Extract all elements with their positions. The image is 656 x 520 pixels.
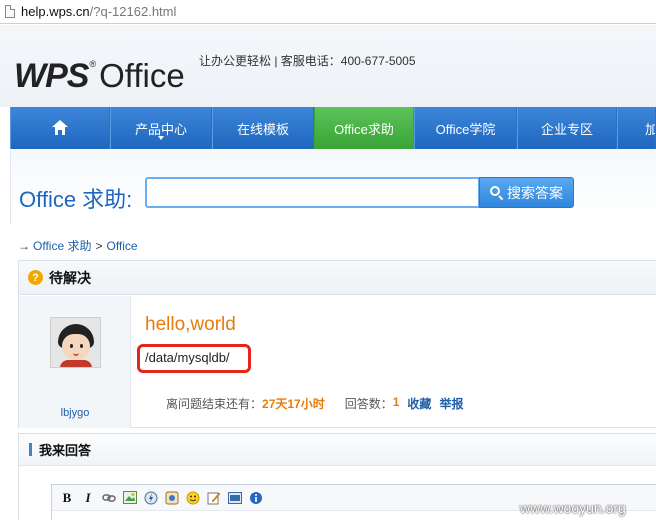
flash-icon[interactable] — [142, 489, 160, 507]
nav-item-label: 产品中心 — [134, 121, 187, 137]
search-input[interactable] — [145, 177, 480, 208]
breadcrumb-separator: > — [95, 238, 103, 253]
chevron-down-icon — [158, 136, 164, 140]
remaining-value: 27天17小时 — [262, 397, 325, 411]
search-label: Office 求助: — [19, 187, 133, 212]
logo-wps: WPS — [14, 57, 89, 95]
question-meta: 离问题结束还有： 27天17小时 回答数： 1 收藏 举报 — [166, 395, 463, 412]
nav-item-join[interactable]: 加入 — [617, 107, 656, 149]
nav-item-office-academy[interactable]: Office学院 — [414, 107, 517, 149]
table-icon[interactable] — [226, 489, 244, 507]
question-body: /data/mysqldb/ — [145, 350, 230, 365]
question-icon: ? — [28, 270, 43, 285]
edit-icon[interactable] — [205, 489, 223, 507]
link-icon[interactable] — [100, 489, 118, 507]
breadcrumb-office[interactable]: Office — [106, 239, 137, 253]
answers-count: 1 — [392, 395, 400, 409]
question-title: hello,world — [145, 314, 236, 335]
report-link[interactable]: 举报 — [439, 395, 463, 412]
logo-registered-mark: ® — [89, 59, 97, 69]
search-icon — [490, 186, 504, 201]
nav-item-products[interactable]: 产品中心 — [110, 107, 212, 149]
answer-title: 我来回答 — [39, 443, 92, 458]
breadcrumb: → Office 求助 > Office — [18, 237, 138, 254]
nav-item-label: 企业专区 — [540, 121, 593, 137]
bold-button[interactable]: B — [58, 489, 76, 507]
asker-column: lbjygo — [19, 296, 131, 428]
favorite-link[interactable]: 收藏 — [407, 395, 431, 412]
nav-item-label: 加入 — [645, 119, 655, 138]
search-answers-button[interactable]: 搜索答案 — [479, 177, 574, 208]
url-path: /?q-12162.html — [89, 4, 177, 19]
question-panel-header: ? 待解决 — [19, 261, 656, 295]
page-icon — [5, 5, 15, 18]
answer-panel-header: 我来回答 — [19, 434, 656, 466]
main-nav: 产品中心 在线模板 Office求助 Office学院 企业专区 加入 — [10, 107, 656, 149]
italic-button[interactable]: I — [79, 489, 97, 507]
breadcrumb-office-help[interactable]: Office 求助 — [33, 237, 91, 254]
question-status-title: 待解决 — [49, 269, 91, 286]
nav-item-office-help[interactable]: Office求助 — [314, 107, 414, 149]
logo-office: Office — [99, 57, 185, 94]
answers-label: 回答数： — [344, 397, 393, 411]
url-host: help.wps.cn — [21, 4, 90, 19]
asker-username[interactable]: lbjygo — [19, 407, 131, 419]
breadcrumb-arrow-icon: → — [18, 238, 30, 253]
remaining-label: 离问题结束还有： — [166, 397, 263, 411]
nav-item-enterprise[interactable]: 企业专区 — [517, 107, 617, 149]
nav-item-templates[interactable]: 在线模板 — [212, 107, 314, 149]
nav-item-label: Office求助 — [334, 121, 394, 137]
home-icon — [52, 120, 68, 136]
search-button-label: 搜索答案 — [507, 184, 563, 201]
nav-home[interactable] — [10, 107, 110, 149]
section-marker — [29, 443, 32, 456]
nav-item-label: Office学院 — [435, 121, 496, 137]
header-slogan: 让办公更轻松 | 客服电话：400-677-5005 — [199, 54, 416, 68]
media-icon[interactable] — [163, 489, 181, 507]
watermark: www.wooyun.org — [520, 500, 626, 516]
emoticon-icon[interactable] — [184, 489, 202, 507]
avatar[interactable] — [50, 317, 101, 368]
nav-item-label: 在线模板 — [236, 121, 289, 137]
wps-office-logo[interactable]: WPS ® Office — [14, 57, 185, 96]
image-icon[interactable] — [121, 489, 139, 507]
info-icon[interactable] — [247, 489, 265, 507]
address-bar[interactable]: help.wps.cn /?q-12162.html — [0, 0, 656, 24]
